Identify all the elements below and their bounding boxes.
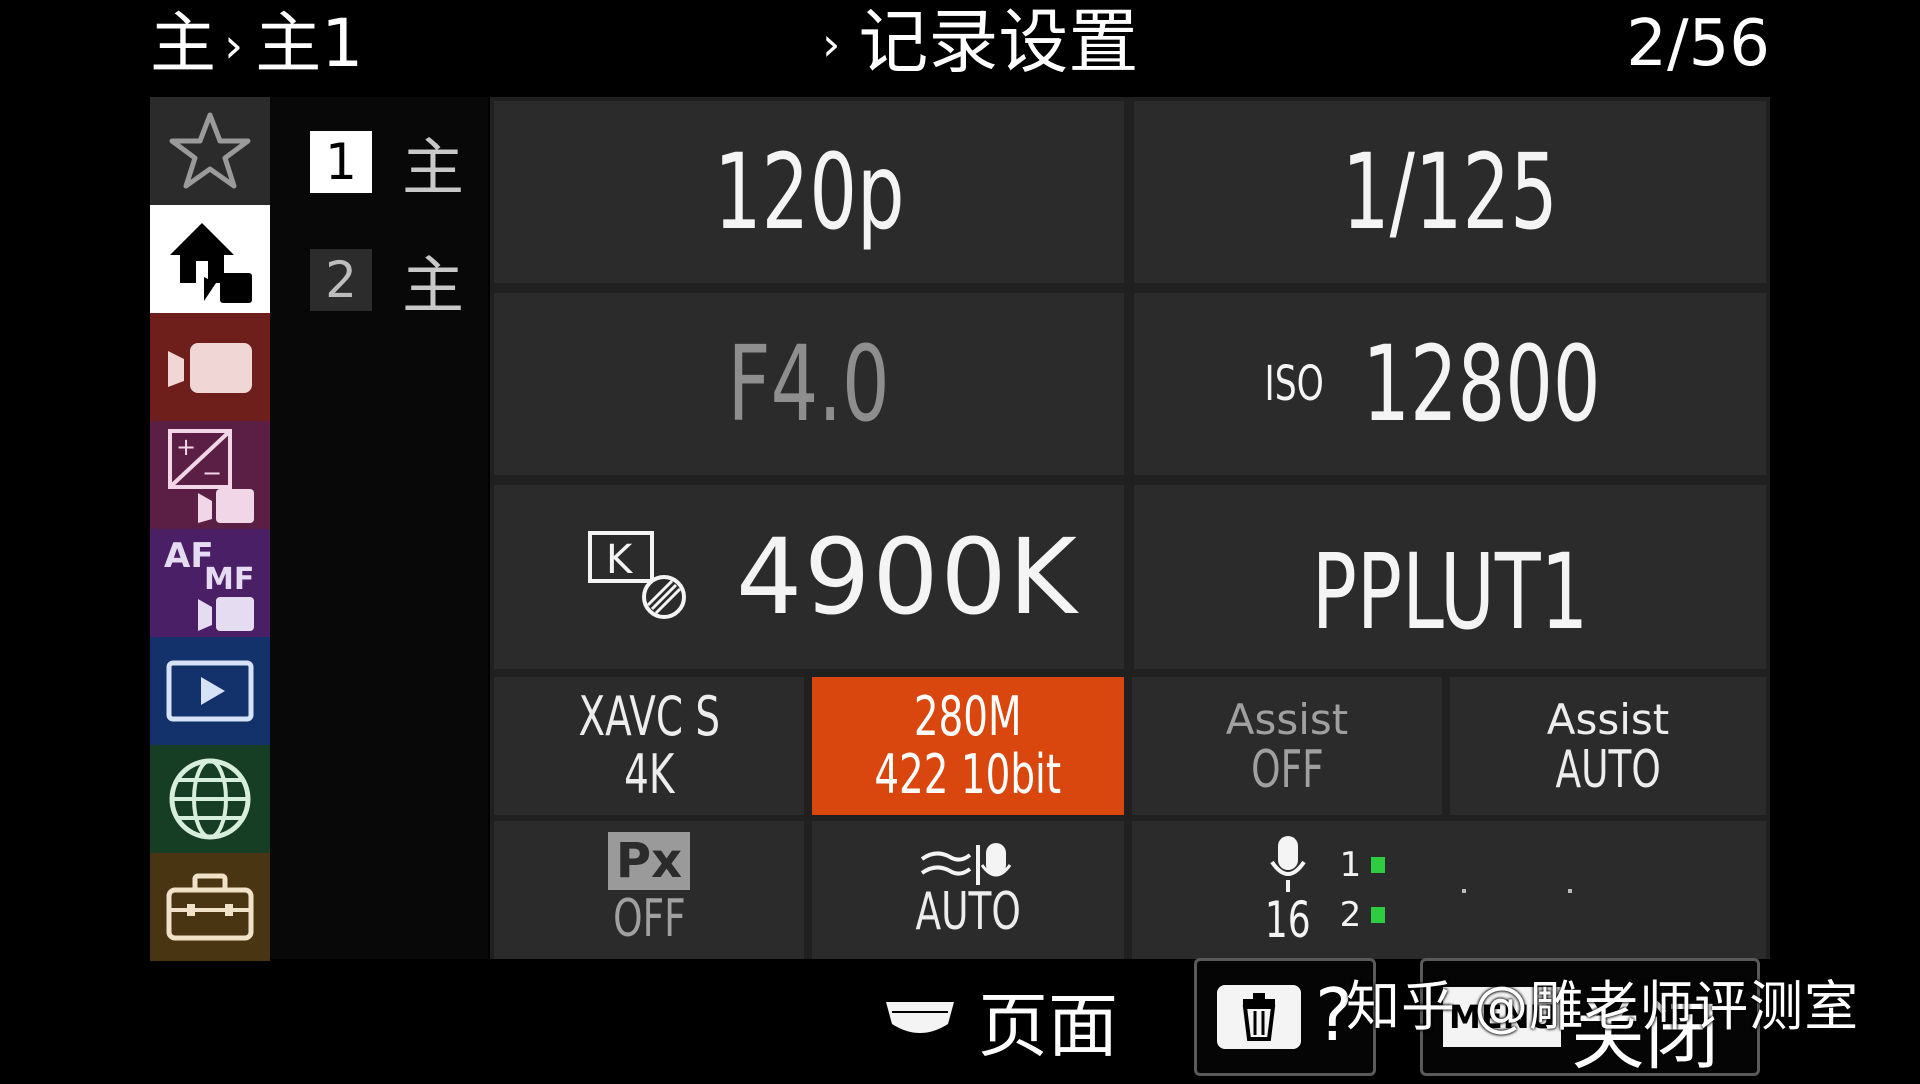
bitrate-line2: 422 10bit: [874, 743, 1062, 806]
movie-camera-icon: [168, 343, 252, 393]
wind-noise-value: AUTO: [915, 882, 1021, 942]
movie-settings-cell[interactable]: 280M 422 10bit: [812, 677, 1124, 815]
aperture-value: F4.0: [727, 323, 891, 445]
section-title: 记录设置: [858, 1, 1139, 83]
category-exposure[interactable]: + −: [150, 421, 270, 529]
svg-text:−: −: [202, 459, 222, 487]
control-wheel-icon: [886, 1002, 954, 1033]
white-balance-cell[interactable]: K 4900K: [494, 485, 1124, 669]
assist-display-cell-1[interactable]: Assist OFF: [1132, 677, 1442, 815]
white-balance-k-icon: K: [588, 531, 686, 619]
audio-ch1-label: 1: [1339, 845, 1362, 885]
section-title-wrap: › 记录设置: [822, 2, 1138, 90]
subtab-label: 主: [402, 249, 465, 322]
category-playback[interactable]: [150, 637, 270, 745]
breadcrumb-root: 主: [150, 5, 216, 82]
meter-dot: [1568, 889, 1572, 893]
assist2-line1: Assist: [1546, 694, 1670, 744]
subtab-label: 主: [402, 131, 465, 204]
home-movie-icon: [170, 223, 252, 303]
proxy-cell[interactable]: Px OFF: [494, 821, 804, 959]
af-mf-movie-icon: AF MF: [164, 536, 254, 631]
toolbox-icon: [166, 873, 254, 941]
category-column: + − AF MF: [150, 97, 270, 961]
picture-profile-cell[interactable]: PPLUT1: [1134, 485, 1766, 669]
bitrate-line1: 280M: [914, 685, 1022, 748]
proxy-icon: Px: [607, 832, 691, 890]
aperture-cell[interactable]: F4.0: [494, 293, 1124, 475]
frame-rate-value: 120p: [713, 131, 905, 253]
subtab-number: 1: [310, 131, 372, 193]
proxy-value: OFF: [612, 889, 686, 949]
audio-ch1-bar: [1371, 857, 1386, 873]
wind-noise-cell[interactable]: AUTO: [812, 821, 1124, 959]
audio-level-cell[interactable]: 16 1 2: [1132, 821, 1766, 959]
iso-cell[interactable]: ISO 12800: [1134, 293, 1766, 475]
assist1-line2: OFF: [1250, 739, 1324, 800]
svg-text:MF: MF: [204, 562, 254, 597]
frame-rate-cell[interactable]: 120p: [494, 101, 1124, 283]
chevron-right-icon: ›: [822, 17, 841, 71]
file-format-cell[interactable]: XAVC S 4K: [494, 677, 804, 815]
audio-level-value: 16: [1264, 891, 1311, 949]
category-network[interactable]: [150, 745, 270, 853]
subtab-main-1[interactable]: 1 主: [310, 117, 470, 207]
breadcrumb-sub: 主1: [255, 5, 364, 82]
main-menu-grid: 120p 1/125 F4.0 ISO 12800 K 4900K PPLUT1…: [490, 97, 1770, 959]
file-format-line2: 4K: [623, 743, 675, 806]
subtab-column: 1 主 2 主: [270, 97, 488, 959]
audio-level-meter: 1 2: [1340, 845, 1386, 935]
meter-dot: [1462, 889, 1466, 893]
white-balance-value: 4900K: [736, 516, 1079, 638]
category-setup[interactable]: [150, 853, 270, 961]
star-icon: [169, 112, 251, 189]
playback-icon: [166, 660, 254, 722]
page-label: 页面: [978, 984, 1118, 1067]
category-favorites[interactable]: [150, 97, 270, 205]
picture-profile-value: PPLUT1: [1311, 531, 1589, 653]
iso-label: ISO: [1264, 356, 1325, 412]
microphone-icon: [1270, 836, 1306, 892]
watermark: 知乎 @雕老师评测室: [1346, 975, 1860, 1038]
assist-display-cell-2[interactable]: Assist AUTO: [1450, 677, 1766, 815]
menu-header: 主 › 主1 › 记录设置 2/56: [0, 0, 1920, 92]
iso-value: 12800: [1362, 323, 1601, 445]
svg-text:+: +: [176, 433, 196, 461]
trash-icon: [1217, 985, 1301, 1049]
breadcrumb: 主 › 主1: [150, 4, 363, 90]
subtab-number: 2: [310, 249, 372, 311]
category-main[interactable]: [150, 205, 270, 313]
exposure-movie-icon: + −: [168, 429, 254, 523]
category-shooting[interactable]: [150, 313, 270, 421]
page-nav-hint[interactable]: 页面: [882, 978, 1118, 1067]
audio-ch2-bar: [1371, 907, 1386, 923]
svg-text:K: K: [606, 537, 634, 583]
globe-icon: [169, 758, 251, 840]
assist2-line2: AUTO: [1555, 739, 1661, 800]
assist1-line1: Assist: [1225, 694, 1349, 744]
shutter-speed-value: 1/125: [1342, 131, 1558, 253]
file-format-line1: XAVC S: [578, 685, 720, 748]
category-focus[interactable]: AF MF: [150, 529, 270, 637]
subtab-main-2[interactable]: 2 主: [310, 235, 470, 325]
shutter-speed-cell[interactable]: 1/125: [1134, 101, 1766, 283]
breadcrumb-separator-icon: ›: [224, 18, 244, 74]
audio-ch2-label: 2: [1339, 895, 1362, 935]
page-counter: 2/56: [1626, 7, 1770, 81]
